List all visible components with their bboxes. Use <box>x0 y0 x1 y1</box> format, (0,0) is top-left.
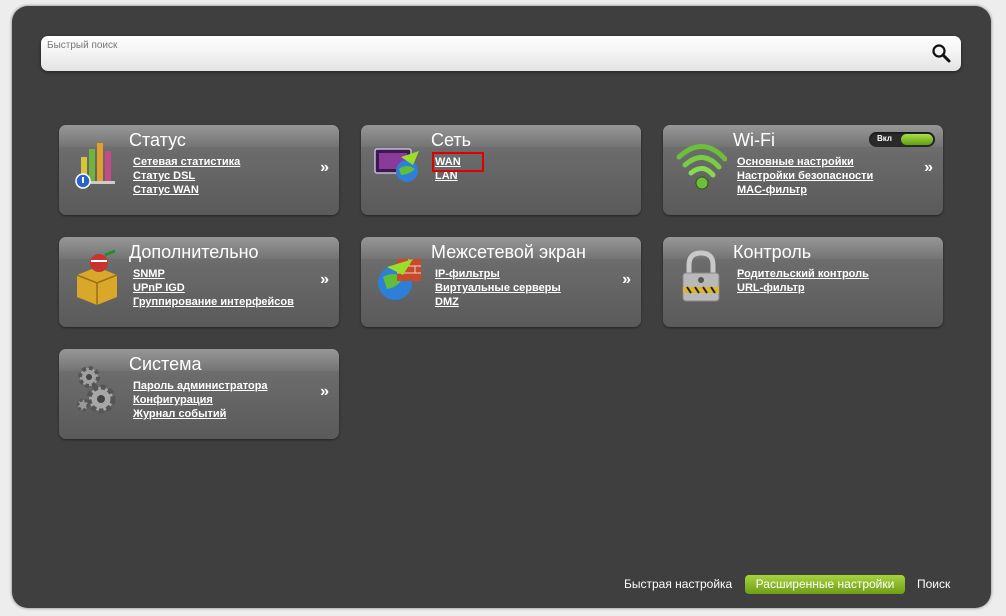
network-globe-icon <box>374 148 419 182</box>
expand-arrow[interactable]: » <box>622 271 631 289</box>
link-wifi-security[interactable]: Настройки безопасности <box>737 169 873 183</box>
link-wan-status[interactable]: Статус WAN <box>133 183 240 197</box>
tile-title: Контроль <box>733 242 812 262</box>
link-url-filter[interactable]: URL-фильтр <box>737 281 869 295</box>
link-wan-highlighted[interactable]: WAN <box>432 152 484 172</box>
link-lan[interactable]: LAN <box>435 169 481 183</box>
link-dsl-status[interactable]: Статус DSL <box>133 169 240 183</box>
padlock-icon <box>682 250 720 302</box>
advanced-settings-button[interactable]: Расширенные настройки <box>745 575 905 594</box>
link-upnp-igd[interactable]: UPnP IGD <box>133 281 294 295</box>
expand-arrow[interactable]: » <box>320 159 329 177</box>
link-ip-filters[interactable]: IP-фильтры <box>435 267 561 281</box>
link-network-statistics[interactable]: Сетевая статистика <box>133 155 240 169</box>
link-dmz[interactable]: DMZ <box>435 295 561 309</box>
magnifier-icon[interactable] <box>931 43 951 63</box>
gears-icon <box>76 366 116 414</box>
search-link[interactable]: Поиск <box>917 577 950 591</box>
tile-title: Wi-Fi <box>733 130 775 150</box>
link-mac-filter[interactable]: MAC-фильтр <box>737 183 873 197</box>
toggle-label: Вкл <box>877 134 892 143</box>
status-chart-icon <box>75 143 115 189</box>
link-admin-password[interactable]: Пароль администратора <box>133 379 268 393</box>
tile-title: Межсетевой экран <box>431 242 586 262</box>
advanced-box-icon <box>76 249 118 305</box>
wifi-icon <box>676 144 727 190</box>
link-configuration[interactable]: Конфигурация <box>133 393 268 407</box>
tile-title: Сеть <box>431 130 472 150</box>
link-event-log[interactable]: Журнал событий <box>133 407 268 421</box>
tile-network: Сеть WAN LAN <box>361 125 641 215</box>
link-parental-control[interactable]: Родительский контроль <box>737 267 869 281</box>
expand-arrow[interactable]: » <box>924 159 933 177</box>
firewall-globe-icon <box>378 259 421 300</box>
tile-title: Система <box>129 354 202 374</box>
tile-title: Статус <box>129 130 186 150</box>
quick-setup-link[interactable]: Быстрая настройка <box>624 577 732 591</box>
link-wifi-basic-settings[interactable]: Основные настройки <box>737 155 873 169</box>
expand-arrow[interactable]: » <box>320 383 329 401</box>
tile-title: Дополнительно <box>129 242 259 262</box>
search-input[interactable] <box>47 36 907 54</box>
tile-firewall: Межсетевой экран IP-фильтры Виртуальные … <box>361 237 641 327</box>
tile-control: Контроль Родительский контроль URL-фильт… <box>663 237 943 327</box>
link-interface-grouping[interactable]: Группирование интерфейсов <box>133 295 294 309</box>
tile-advanced: Дополнительно SNMP UPnP IGD Группировани… <box>59 237 339 327</box>
link-virtual-servers[interactable]: Виртуальные серверы <box>435 281 561 295</box>
quick-search-bar[interactable] <box>41 36 961 71</box>
tile-status: Статус Сетевая статистика Статус DSL Ста… <box>59 125 339 215</box>
expand-arrow[interactable]: » <box>320 271 329 289</box>
link-snmp[interactable]: SNMP <box>133 267 294 281</box>
tile-system: Система Пароль администратора Конфигурац… <box>59 349 339 439</box>
toggle-knob <box>901 134 933 145</box>
tile-wifi: Wi-Fi Вкл Основные настройки Настройки б… <box>663 125 943 215</box>
wifi-toggle[interactable]: Вкл <box>869 132 935 147</box>
